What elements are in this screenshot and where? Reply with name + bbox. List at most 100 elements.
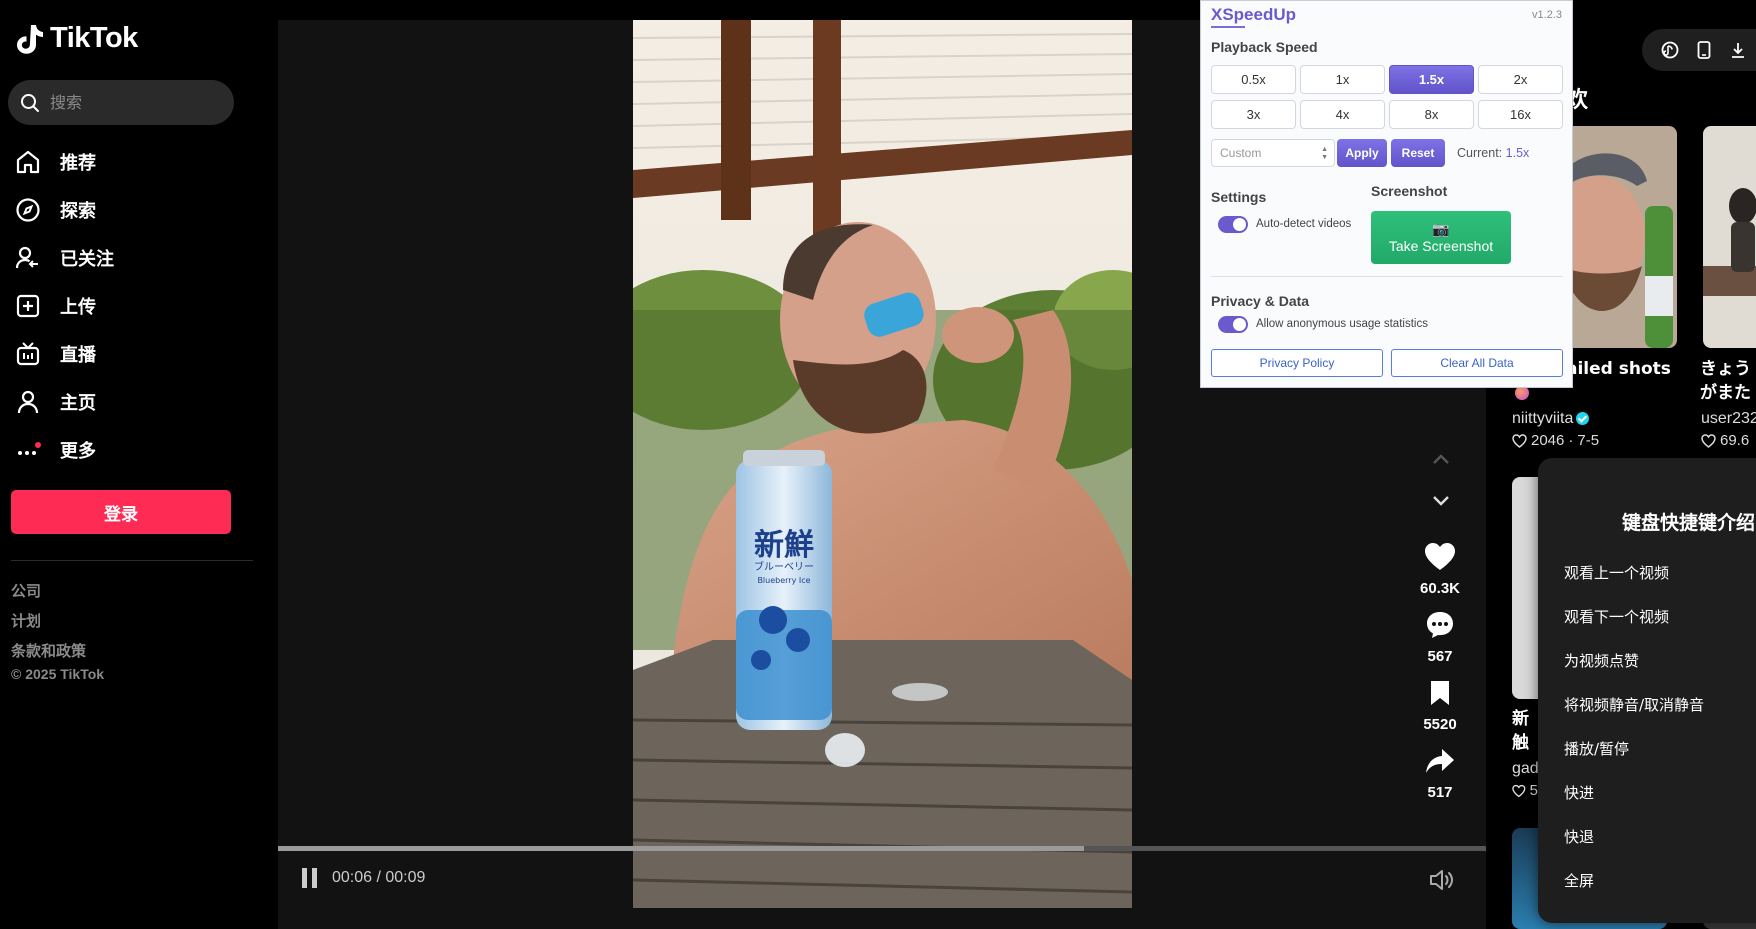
pause-button[interactable] bbox=[302, 868, 320, 888]
current-speed-value: 1.5x bbox=[1505, 146, 1530, 160]
speed-button-1.5x[interactable]: 1.5x bbox=[1389, 65, 1474, 94]
anonymous-stats-toggle[interactable] bbox=[1218, 316, 1248, 333]
bookmark-icon[interactable] bbox=[1398, 676, 1482, 710]
nav-label: 已关注 bbox=[60, 249, 114, 270]
more-icon bbox=[14, 436, 42, 464]
card-title-line2[interactable]: がまた bbox=[1700, 382, 1756, 405]
card-title-line2[interactable]: 触 bbox=[1512, 732, 1538, 755]
current-speed-label: Current: bbox=[1457, 146, 1503, 160]
following-icon bbox=[14, 244, 42, 272]
camera-icon: 📷 bbox=[1432, 220, 1450, 237]
apply-button[interactable]: Apply bbox=[1337, 139, 1387, 167]
shortcut-item: 快进 bbox=[1564, 784, 1595, 802]
card-stats: 5 bbox=[1512, 782, 1538, 799]
video-time: 00:06 / 00:09 bbox=[332, 869, 426, 886]
speed-button-2x[interactable]: 2x bbox=[1478, 65, 1563, 94]
speed-button-16x[interactable]: 16x bbox=[1478, 100, 1563, 129]
save-count: 5520 bbox=[1423, 716, 1457, 733]
heart-outline-icon bbox=[1701, 433, 1716, 448]
reset-button[interactable]: Reset bbox=[1391, 139, 1445, 167]
speed-button-3x[interactable]: 3x bbox=[1211, 100, 1296, 129]
tiktok-logo[interactable]: TikTok bbox=[14, 22, 138, 55]
mobile-icon[interactable] bbox=[1694, 40, 1714, 60]
speed-button-8x[interactable]: 8x bbox=[1389, 100, 1474, 129]
card-username[interactable]: niittyviita bbox=[1512, 410, 1590, 428]
nav-item-explore[interactable]: 探索 bbox=[14, 186, 114, 234]
popup-divider bbox=[1211, 276, 1563, 277]
verified-badge-icon bbox=[1576, 412, 1590, 426]
search-input[interactable] bbox=[50, 93, 220, 112]
custom-speed-input[interactable]: Custom ▲ ▼ bbox=[1211, 139, 1335, 167]
spinner-arrows-icon[interactable]: ▲ ▼ bbox=[1321, 146, 1328, 162]
compass-icon bbox=[14, 196, 42, 224]
card-title[interactable]: 新 bbox=[1512, 708, 1538, 731]
nav-item-upload[interactable]: 上传 bbox=[14, 282, 114, 330]
card-likes: 69.6 bbox=[1720, 432, 1750, 449]
auto-detect-toggle[interactable] bbox=[1218, 216, 1248, 233]
comment-count: 567 bbox=[1427, 648, 1453, 665]
card-title[interactable]: きょう bbox=[1700, 358, 1756, 381]
search-icon bbox=[21, 93, 39, 112]
screenshot-label: Screenshot bbox=[1371, 183, 1448, 199]
video-thumbnail[interactable] bbox=[1703, 126, 1756, 348]
chevron-up-icon bbox=[1433, 454, 1449, 464]
nav-label: 探索 bbox=[60, 201, 96, 222]
coin-icon[interactable] bbox=[1660, 40, 1680, 60]
volume-icon[interactable] bbox=[1428, 868, 1454, 892]
footer-link-company[interactable]: 公司 bbox=[11, 580, 86, 610]
upload-icon bbox=[14, 292, 42, 320]
footer-link-program[interactable]: 计划 bbox=[11, 610, 86, 640]
nav-label: 更多 bbox=[60, 441, 96, 462]
search-box[interactable] bbox=[8, 80, 234, 125]
heart-icon[interactable] bbox=[1398, 540, 1482, 574]
nav-label: 上传 bbox=[60, 297, 96, 318]
shortcut-item: 播放/暂停 bbox=[1564, 740, 1630, 758]
save-action: 5520 bbox=[1398, 676, 1482, 733]
card-title[interactable]: ailed shots bbox=[1566, 358, 1686, 381]
home-icon bbox=[14, 148, 42, 176]
sidebar-divider bbox=[11, 560, 253, 561]
video-progress-fill bbox=[278, 846, 1084, 851]
next-video-button[interactable] bbox=[1428, 488, 1454, 514]
keyboard-shortcuts-panel: 键盘快捷键介绍 观看上一个视频 观看下一个视频 为视频点赞 将视频静音/取消静音… bbox=[1538, 458, 1756, 923]
copyright: © 2025 TikTok bbox=[11, 666, 105, 682]
pause-bar bbox=[302, 868, 307, 888]
profile-icon bbox=[14, 388, 42, 416]
shortcut-item: 为视频点赞 bbox=[1564, 652, 1640, 670]
heart-outline-icon bbox=[1512, 784, 1526, 797]
nav-item-following[interactable]: 已关注 bbox=[14, 234, 114, 282]
share-icon[interactable] bbox=[1398, 744, 1482, 778]
custom-placeholder: Custom bbox=[1220, 146, 1262, 160]
can-label-main: 新鮮 bbox=[754, 528, 814, 563]
speed-button-0.5x[interactable]: 0.5x bbox=[1211, 65, 1296, 94]
take-screenshot-label: Take Screenshot bbox=[1388, 237, 1494, 254]
video-progress-bar[interactable] bbox=[278, 846, 1486, 851]
nav-item-more[interactable]: 更多 bbox=[14, 426, 114, 474]
card-stats: 2046 · 7-5 bbox=[1512, 432, 1599, 449]
nav-label: 直播 bbox=[60, 345, 96, 366]
speed-button-1x[interactable]: 1x bbox=[1300, 65, 1385, 94]
share-action: 517 bbox=[1398, 744, 1482, 801]
settings-label: Settings bbox=[1211, 189, 1267, 205]
card-username[interactable]: user232 bbox=[1701, 410, 1756, 428]
previous-video-button[interactable] bbox=[1428, 446, 1454, 472]
card-likes: 5 bbox=[1529, 782, 1538, 799]
video-frame[interactable]: 新鮮 ブルーベリー Blueberry Ice bbox=[633, 20, 1132, 908]
card-username[interactable]: gad bbox=[1512, 760, 1538, 778]
comment-icon[interactable] bbox=[1398, 608, 1482, 642]
clear-all-data-button[interactable]: Clear All Data bbox=[1391, 349, 1563, 377]
nav-item-profile[interactable]: 主页 bbox=[14, 378, 114, 426]
privacy-label: Privacy & Data bbox=[1211, 293, 1310, 309]
shortcut-item: 观看下一个视频 bbox=[1564, 608, 1670, 626]
share-count: 517 bbox=[1427, 784, 1453, 801]
shortcut-item: 观看上一个视频 bbox=[1564, 564, 1670, 582]
nav-item-live[interactable]: 直播 bbox=[14, 330, 114, 378]
speed-button-4x[interactable]: 4x bbox=[1300, 100, 1385, 129]
take-screenshot-button[interactable]: 📷 Take Screenshot bbox=[1371, 211, 1511, 264]
download-icon[interactable] bbox=[1728, 40, 1748, 60]
card-stats: 69.6 bbox=[1701, 432, 1749, 449]
logo-text: TikTok bbox=[50, 22, 138, 54]
nav-item-recommended[interactable]: 推荐 bbox=[14, 138, 114, 186]
privacy-policy-button[interactable]: Privacy Policy bbox=[1211, 349, 1383, 377]
login-button[interactable]: 登录 bbox=[11, 490, 231, 534]
